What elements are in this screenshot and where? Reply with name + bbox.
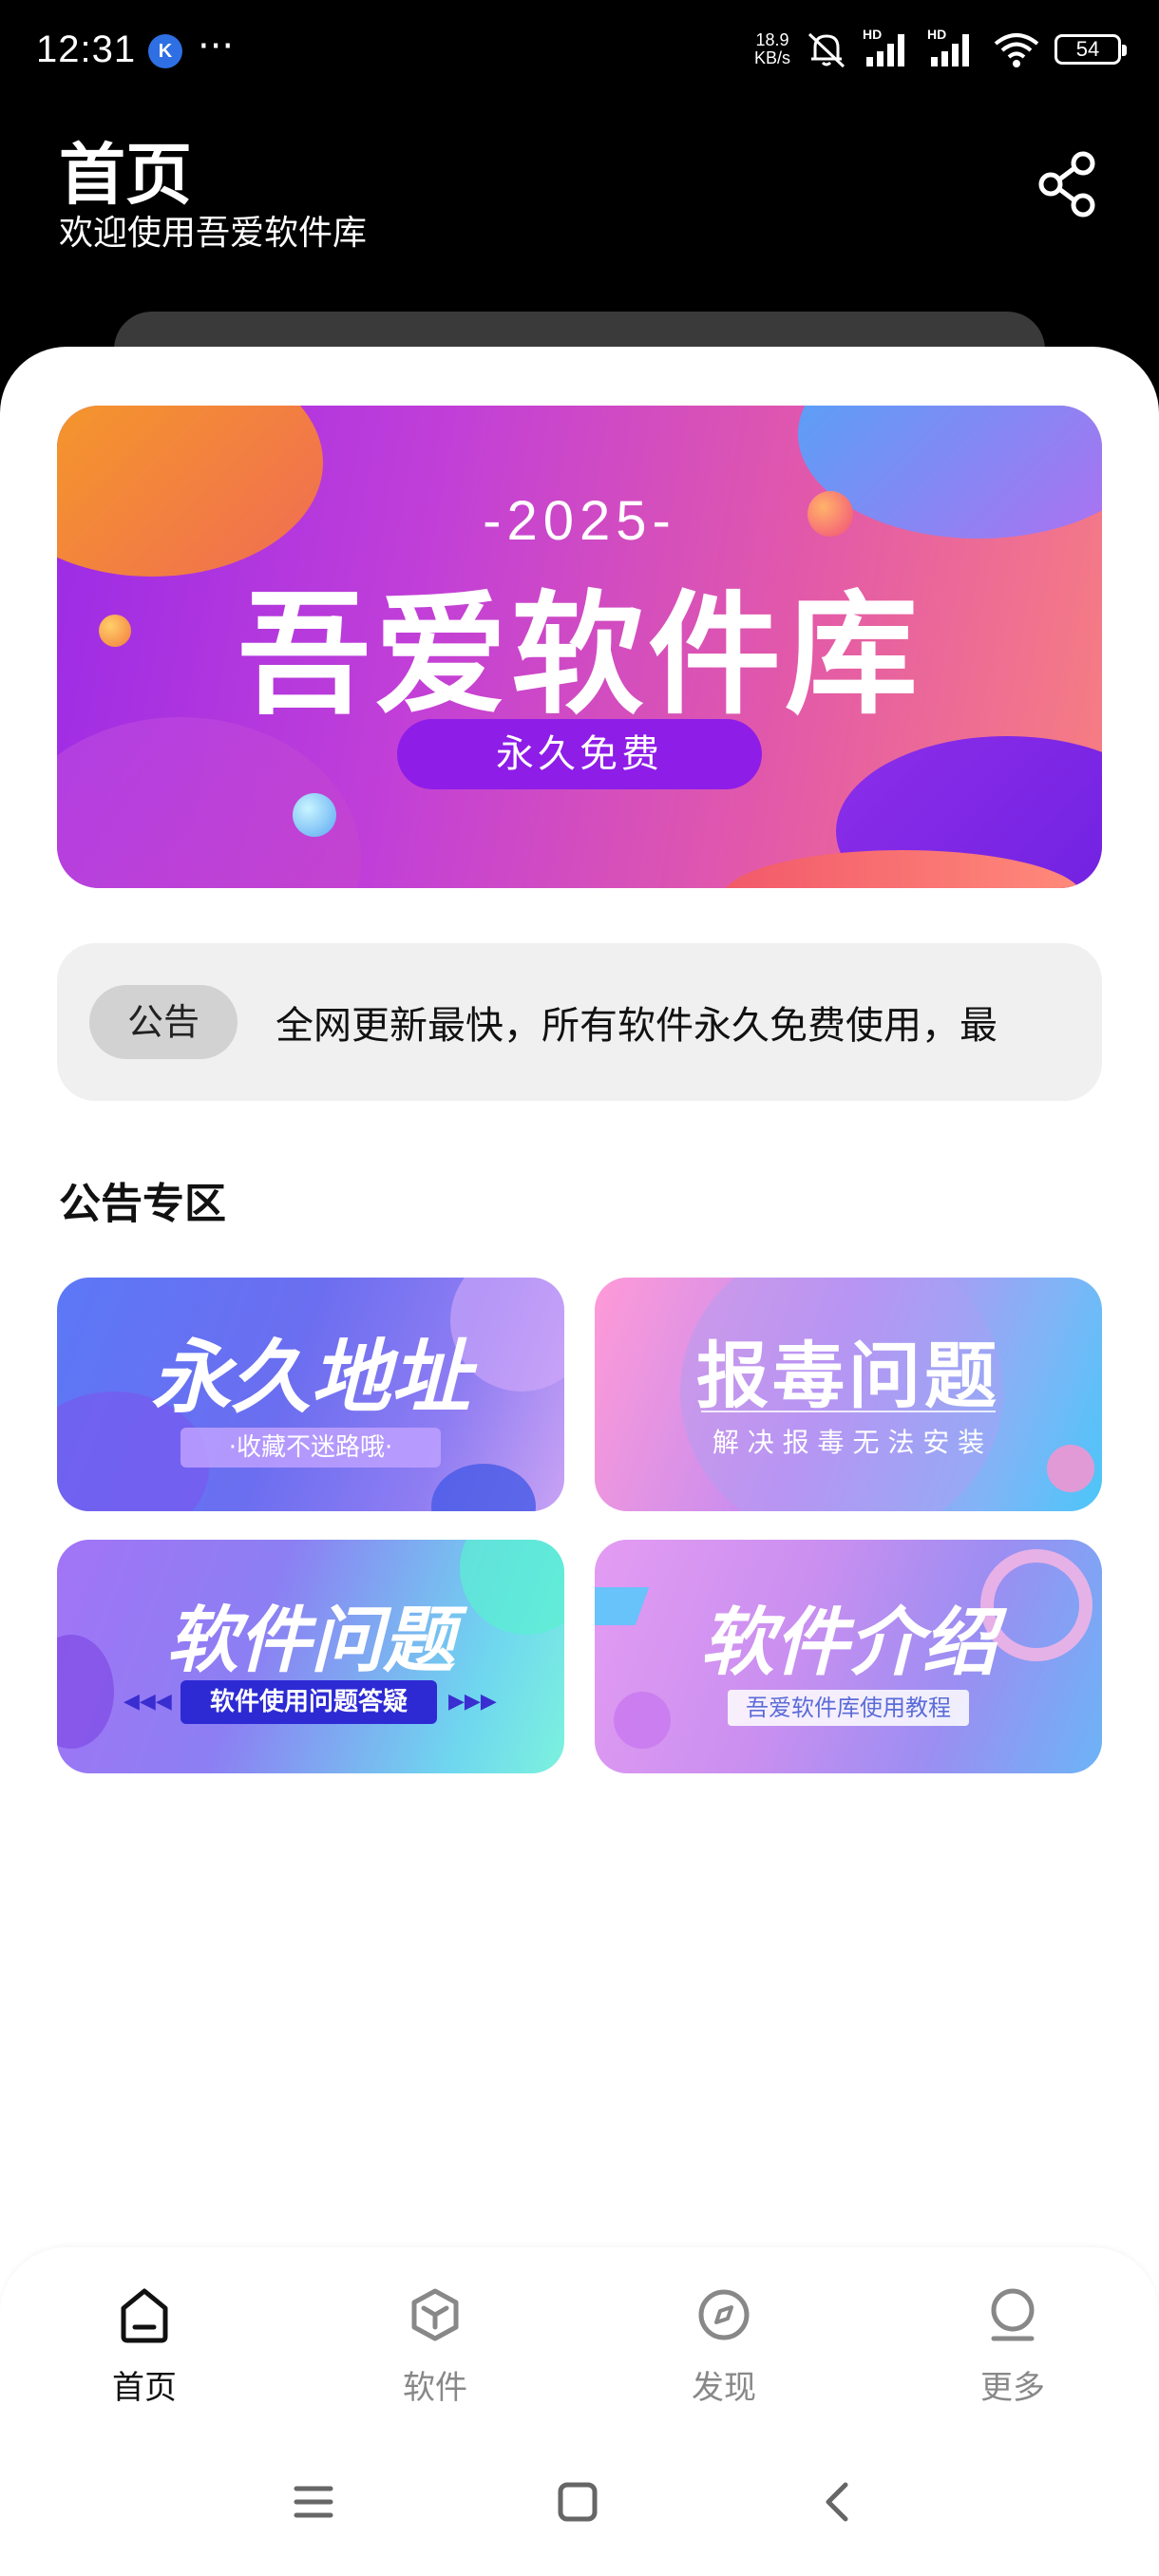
signal-bars-icon <box>866 34 904 66</box>
card-subtitle: 吾爱软件库使用教程 <box>728 1690 969 1726</box>
battery-icon: 54 <box>1054 34 1127 65</box>
home-icon <box>121 2288 168 2343</box>
banner-title: 吾爱软件库 <box>237 578 922 733</box>
nav-item-software[interactable]: 软件 <box>340 2285 530 2408</box>
card-title: 报毒问题 <box>696 1334 1000 1418</box>
notice-tag: 公告 <box>89 985 238 1059</box>
share-icon <box>1038 151 1095 218</box>
card-decoration <box>614 1692 671 1749</box>
cube-icon <box>411 2288 459 2341</box>
nav-label: 发现 <box>692 2369 756 2407</box>
notice-bar[interactable]: 公告 全网更新最快，所有软件永久免费使用，最 <box>57 943 1102 1101</box>
back-icon[interactable] <box>815 2479 861 2525</box>
card-decoration <box>431 1464 536 1511</box>
share-button[interactable] <box>1034 146 1102 222</box>
section-title: 公告专区 <box>59 1180 226 1228</box>
card-subtitle: 解 决 报 毒 无 法 安 装 <box>712 1427 985 1458</box>
card-title: 软件问题 <box>166 1598 455 1682</box>
card-software-intro[interactable]: 软件介绍 吾爱软件库使用教程 <box>595 1540 1102 1773</box>
nav-item-more[interactable]: 更多 <box>918 2285 1108 2408</box>
more-notifications-icon: ··· <box>198 25 235 68</box>
banner-bubble <box>293 793 336 837</box>
status-bar: 12:31 K ··· 18.9 KB/s HD HD 54 <box>0 0 1159 104</box>
status-time: 12:31 <box>36 28 137 70</box>
nav-label: 软件 <box>403 2369 467 2407</box>
signal-bars-icon <box>931 34 969 66</box>
card-subtitle: ·收藏不迷路哦· <box>180 1428 441 1468</box>
nav-label: 更多 <box>980 2369 1045 2407</box>
notice-text: 全网更新最快，所有软件永久免费使用，最 <box>276 1004 998 1048</box>
page-title: 首页 <box>59 136 192 214</box>
arrows-right-icon: ▶▶▶ <box>448 1690 497 1714</box>
app-notification-icon: K <box>148 34 182 68</box>
menu-icon[interactable] <box>291 2479 336 2525</box>
network-speed: 18.9 KB/s <box>753 30 790 67</box>
card-divider <box>701 1411 996 1412</box>
home-square-icon[interactable] <box>555 2479 600 2525</box>
bottom-navigation: 首页 软件 发现 更多 <box>0 2247 1159 2456</box>
main-content: -2025- 吾爱软件库 永久免费 公告 全网更新最快，所有软件永久免费使用，最… <box>0 347 1159 2576</box>
card-subtitle: 软件使用问题答疑 <box>180 1680 437 1724</box>
card-title: 软件介绍 <box>699 1601 997 1686</box>
card-permanent-address[interactable]: 永久地址 ·收藏不迷路哦· <box>57 1278 564 1511</box>
user-icon <box>991 2288 1035 2341</box>
card-software-issues[interactable]: 软件问题 ◀◀◀ 软件使用问题答疑 ▶▶▶ <box>57 1540 564 1773</box>
nav-label: 首页 <box>112 2369 177 2407</box>
nav-item-home[interactable]: 首页 <box>49 2285 239 2408</box>
wifi-icon <box>994 33 1039 67</box>
signal-2: HD <box>927 27 978 70</box>
hero-banner[interactable]: -2025- 吾爱软件库 永久免费 <box>57 406 1102 888</box>
card-title: 永久地址 <box>150 1331 470 1424</box>
arrows-left-icon: ◀◀◀ <box>124 1690 172 1714</box>
mute-bell-icon <box>808 32 846 68</box>
system-navigation-bar <box>0 2456 1159 2576</box>
page-subtitle: 欢迎使用吾爱软件库 <box>59 214 368 253</box>
status-indicators: 18.9 KB/s HD HD 54 <box>753 27 1127 70</box>
card-virus-report[interactable]: 报毒问题 解 决 报 毒 无 法 安 装 <box>595 1278 1102 1511</box>
signal-1: HD <box>863 27 914 70</box>
banner-year: -2025- <box>483 490 676 552</box>
banner-tag: 永久免费 <box>397 719 762 789</box>
nav-item-discover[interactable]: 发现 <box>629 2285 819 2408</box>
compass-icon <box>698 2289 750 2340</box>
